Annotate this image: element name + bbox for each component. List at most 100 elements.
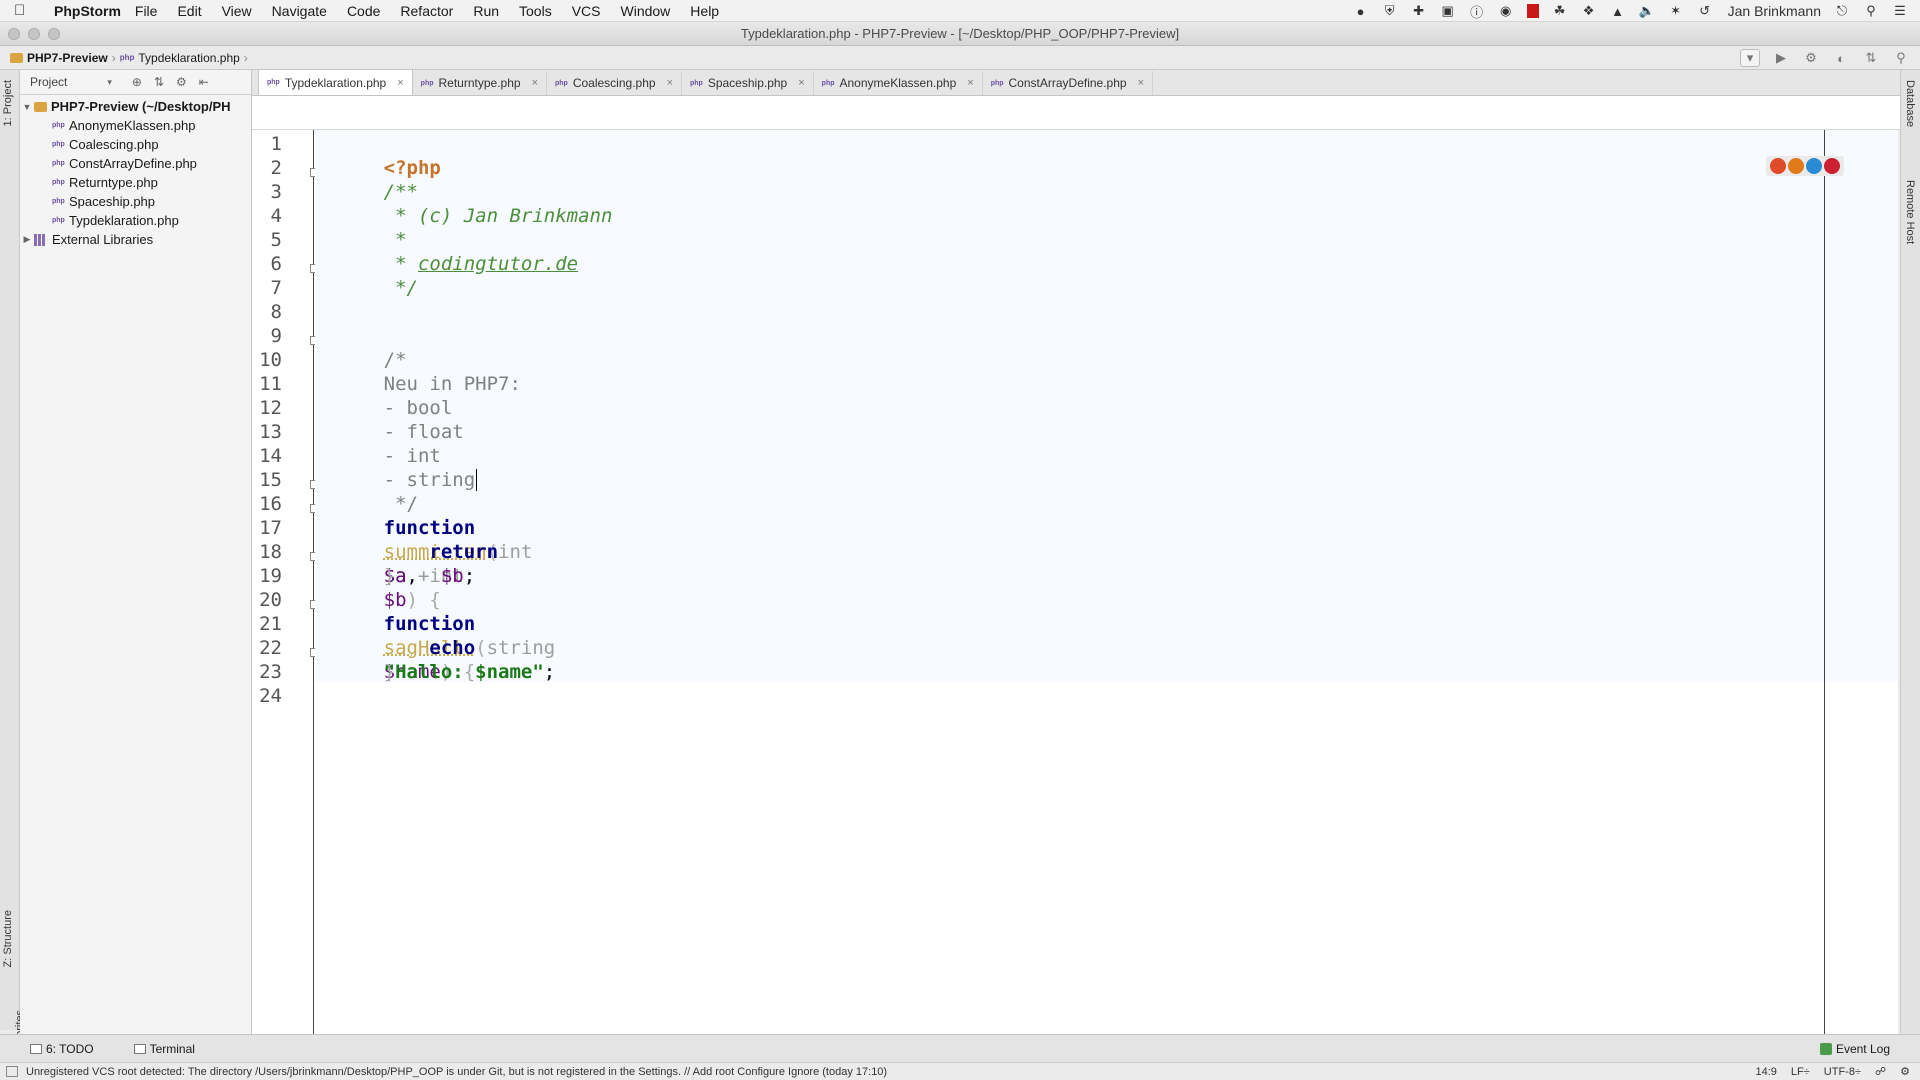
tree-file-item[interactable]: php Typdeklaration.php [20, 211, 251, 230]
tray-shield-icon[interactable]: ⛨ [1382, 3, 1398, 18]
tree-root-folder[interactable]: ▼ PHP7-Preview (~/Desktop/PH [20, 97, 251, 116]
tab-coalescing[interactable]: php Coalescing.php × [547, 71, 682, 95]
tool-windows-toggle-icon[interactable] [6, 1066, 18, 1077]
close-icon[interactable]: × [532, 77, 538, 89]
code-line[interactable]: * codingtutor.de [315, 228, 578, 275]
tab-spaceship[interactable]: php Spaceship.php × [682, 71, 814, 95]
database-tool-tab[interactable]: Database [1904, 80, 1916, 127]
menu-edit[interactable]: Edit [177, 3, 201, 19]
inspector-icon[interactable]: ⚙ [1900, 1065, 1910, 1078]
tree-external-libraries[interactable]: ▶ External Libraries [20, 230, 251, 249]
hide-panel-icon[interactable]: ⇤ [199, 75, 209, 89]
tray-drive-icon[interactable]: ▲ [1610, 4, 1626, 19]
tree-file-item[interactable]: php ConstArrayDefine.php [20, 154, 251, 173]
search-everywhere-icon[interactable]: ⚲ [1892, 49, 1910, 67]
close-icon[interactable]: × [798, 77, 804, 89]
safari-icon[interactable] [1806, 158, 1822, 174]
opera-icon[interactable] [1824, 158, 1840, 174]
doc-comment-link[interactable]: codingtutor.de [418, 253, 578, 275]
line-separator[interactable]: LF÷ [1791, 1066, 1810, 1078]
apple-icon[interactable]:  [14, 2, 44, 19]
close-icon[interactable]: × [667, 77, 673, 89]
spotlight-search-icon[interactable]: ⚲ [1863, 3, 1879, 18]
tray-eye-icon[interactable]: ◉ [1498, 3, 1514, 18]
structure-tool-tab[interactable]: Z: Structure [2, 910, 14, 967]
run-configuration-dropdown[interactable]: ▾ [1740, 49, 1760, 67]
code-line[interactable]: } [315, 540, 395, 587]
code-line[interactable]: return $a + $b; [315, 516, 498, 587]
tray-time-machine-icon[interactable]: ↺ [1697, 3, 1713, 18]
caret-position[interactable]: 14:9 [1755, 1066, 1776, 1078]
menu-run[interactable]: Run [473, 3, 499, 19]
collapse-all-icon[interactable]: ⇅ [154, 75, 164, 89]
tab-constarraydefine[interactable]: php ConstArrayDefine.php × [983, 71, 1154, 95]
tray-info-icon[interactable]: ⓘ [1469, 4, 1485, 20]
code-line[interactable]: Neu in PHP7: [315, 348, 521, 395]
vcs-update-icon[interactable]: ⇅ [1862, 49, 1880, 67]
tab-returntype[interactable]: php Returntype.php × [413, 71, 547, 95]
code-line[interactable]: /* [315, 324, 407, 371]
scroll-from-source-icon[interactable]: ⊕ [132, 75, 142, 89]
firefox-icon[interactable] [1788, 158, 1804, 174]
tree-file-item[interactable]: php AnonymeKlassen.php [20, 116, 251, 135]
code-line[interactable]: - int [315, 420, 441, 467]
chevron-down-icon[interactable]: ▾ [107, 77, 112, 88]
tray-plus-icon[interactable]: ✚ [1411, 3, 1427, 18]
expand-arrow-icon[interactable]: ▶ [20, 234, 34, 245]
app-menu[interactable]: PhpStorm [54, 3, 121, 19]
code-line[interactable]: echo "Hallo: $name"; [315, 612, 556, 683]
file-encoding[interactable]: UTF-8÷ [1824, 1066, 1861, 1078]
tab-typdeklaration[interactable]: php Typdeklaration.php × [258, 69, 413, 95]
menu-refactor[interactable]: Refactor [400, 3, 453, 19]
tree-file-item[interactable]: php Coalescing.php [20, 135, 251, 154]
event-log-button[interactable]: Event Log [1819, 1042, 1890, 1056]
tray-user-name[interactable]: Jan Brinkmann [1728, 3, 1821, 19]
code-line[interactable]: } [315, 636, 395, 683]
menu-tools[interactable]: Tools [519, 3, 552, 19]
editor-gutter[interactable]: 1 2 3 4 5 6 7 8 9 10 11 12 13 14 15 16 1… [252, 130, 319, 1034]
gear-icon[interactable]: ⚙ [176, 75, 187, 89]
project-view-selector[interactable]: Project [30, 75, 67, 89]
tree-file-item[interactable]: php Spaceship.php [20, 192, 251, 211]
code-line[interactable]: * [315, 204, 406, 251]
tab-anonymeklassen[interactable]: php AnonymeKlassen.php × [814, 71, 983, 95]
code-line[interactable]: function summieren(int $a, int $b) { [315, 492, 533, 611]
tray-document-icon[interactable]: ▣ [1440, 3, 1456, 18]
notification-center-icon[interactable]: ☰ [1892, 3, 1908, 18]
menu-window[interactable]: Window [621, 3, 671, 19]
close-icon[interactable]: × [1138, 77, 1144, 89]
listen-debug-icon[interactable]: ◐ [1832, 49, 1850, 67]
remote-host-tool-tab[interactable]: Remote Host [1904, 180, 1916, 244]
menu-view[interactable]: View [222, 3, 252, 19]
menu-navigate[interactable]: Navigate [272, 3, 327, 19]
tray-bluetooth-icon[interactable]: ✶ [1668, 3, 1684, 18]
code-editor[interactable]: 1 2 3 4 5 6 7 8 9 10 11 12 13 14 15 16 1… [252, 130, 1898, 1034]
status-message[interactable]: Unregistered VCS root detected: The dire… [26, 1066, 887, 1078]
tray-app-icon[interactable]: ● [1353, 4, 1369, 19]
menu-vcs[interactable]: VCS [572, 3, 601, 19]
menu-file[interactable]: File [135, 3, 158, 19]
tray-dropbox-icon[interactable]: ❖ [1581, 3, 1597, 18]
close-icon[interactable]: × [967, 77, 973, 89]
menu-help[interactable]: Help [690, 3, 719, 19]
todo-tool-button[interactable]: 6: TODO [30, 1042, 94, 1056]
terminal-tool-button[interactable]: Terminal [133, 1042, 195, 1056]
run-icon[interactable]: ▶ [1772, 49, 1790, 67]
breadcrumb-file[interactable]: php Typdeklaration.php [120, 51, 240, 65]
tree-file-item[interactable]: php Returntype.php [20, 173, 251, 192]
code-line[interactable]: - float [315, 396, 464, 443]
close-icon[interactable]: × [397, 77, 403, 89]
code-text-area[interactable]: <?php /** * (c) Jan Brinkmann * * coding… [315, 130, 1898, 1034]
code-line[interactable]: */ [315, 252, 418, 299]
code-line[interactable]: function sagHallo(string $name) { [315, 588, 556, 683]
breadcrumb-project[interactable]: PHP7-Preview [0, 51, 108, 65]
project-tool-tab[interactable]: 1: Project [2, 80, 14, 126]
code-line[interactable]: * (c) Jan Brinkmann [315, 180, 612, 227]
expand-arrow-icon[interactable]: ▼ [20, 102, 34, 112]
lock-icon[interactable]: ☍ [1875, 1065, 1886, 1078]
code-line[interactable]: - bool [315, 372, 453, 419]
code-line[interactable]: */ [315, 468, 418, 515]
menu-code[interactable]: Code [347, 3, 380, 19]
code-line-current[interactable]: - string [315, 444, 478, 491]
code-line[interactable]: <?php [315, 132, 441, 179]
